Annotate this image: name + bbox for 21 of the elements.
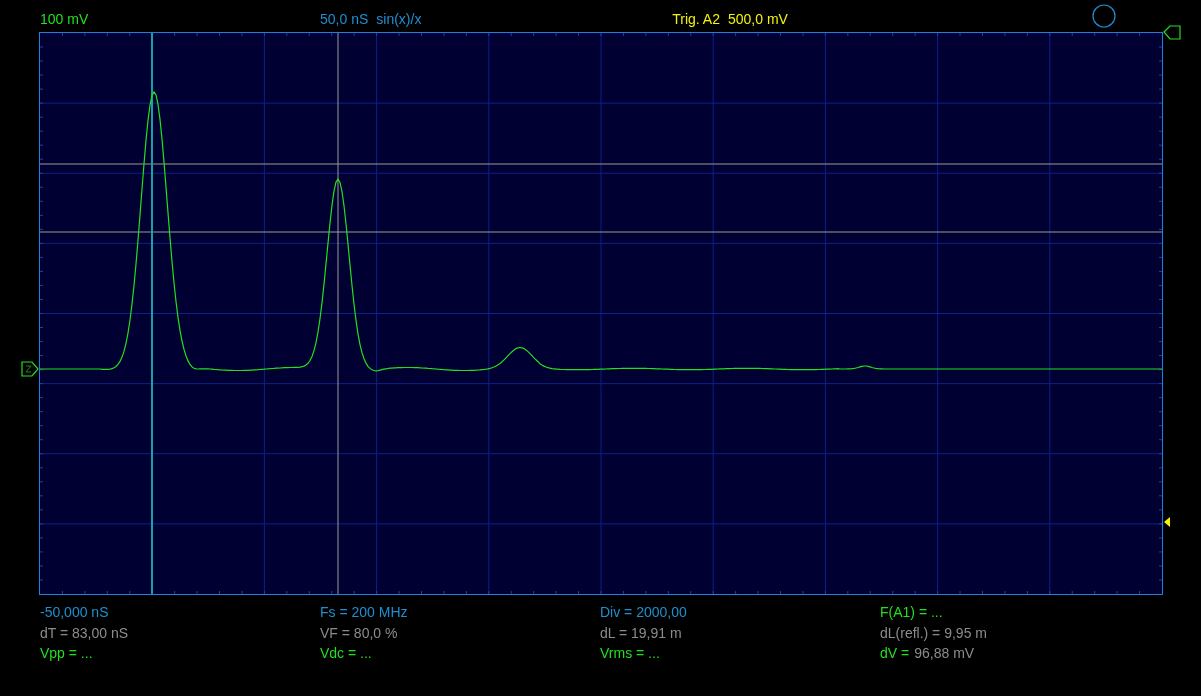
readout-text: Vpp = ... — [40, 645, 93, 661]
readout-text: dL(refl.) = 9,95 m — [880, 624, 987, 641]
circle-icon — [1092, 4, 1116, 28]
timebase: 50,0 nS — [320, 10, 369, 29]
interpolation-mode: sin(x)/x — [376, 10, 423, 29]
readout-text: Vrms = ... — [600, 645, 660, 661]
readout-text: Div = 2000,00 — [600, 604, 687, 620]
readout-text: F(A1) = ... — [880, 604, 943, 620]
readout-value: 96,88 mV — [914, 644, 975, 663]
trigger-level: 500,0 mV — [728, 10, 788, 29]
readout-text: Fs = 200 MHz — [320, 604, 408, 620]
readout-label: dV = — [880, 644, 910, 663]
trigger-source: Trig. A2 — [672, 10, 720, 29]
readout-text: dT = 83,00 nS — [40, 624, 129, 641]
readout-text: dL = 19,91 m — [600, 624, 682, 641]
channel-marker-icon — [1163, 25, 1181, 40]
readout-text: Vdc = ... — [320, 645, 372, 661]
channel-scale: 100 mV — [40, 10, 90, 29]
ground-marker-icon — [21, 361, 39, 377]
readout-text: VF = 80,0 % — [320, 624, 398, 641]
readout-text: -50,000 nS — [40, 604, 109, 620]
